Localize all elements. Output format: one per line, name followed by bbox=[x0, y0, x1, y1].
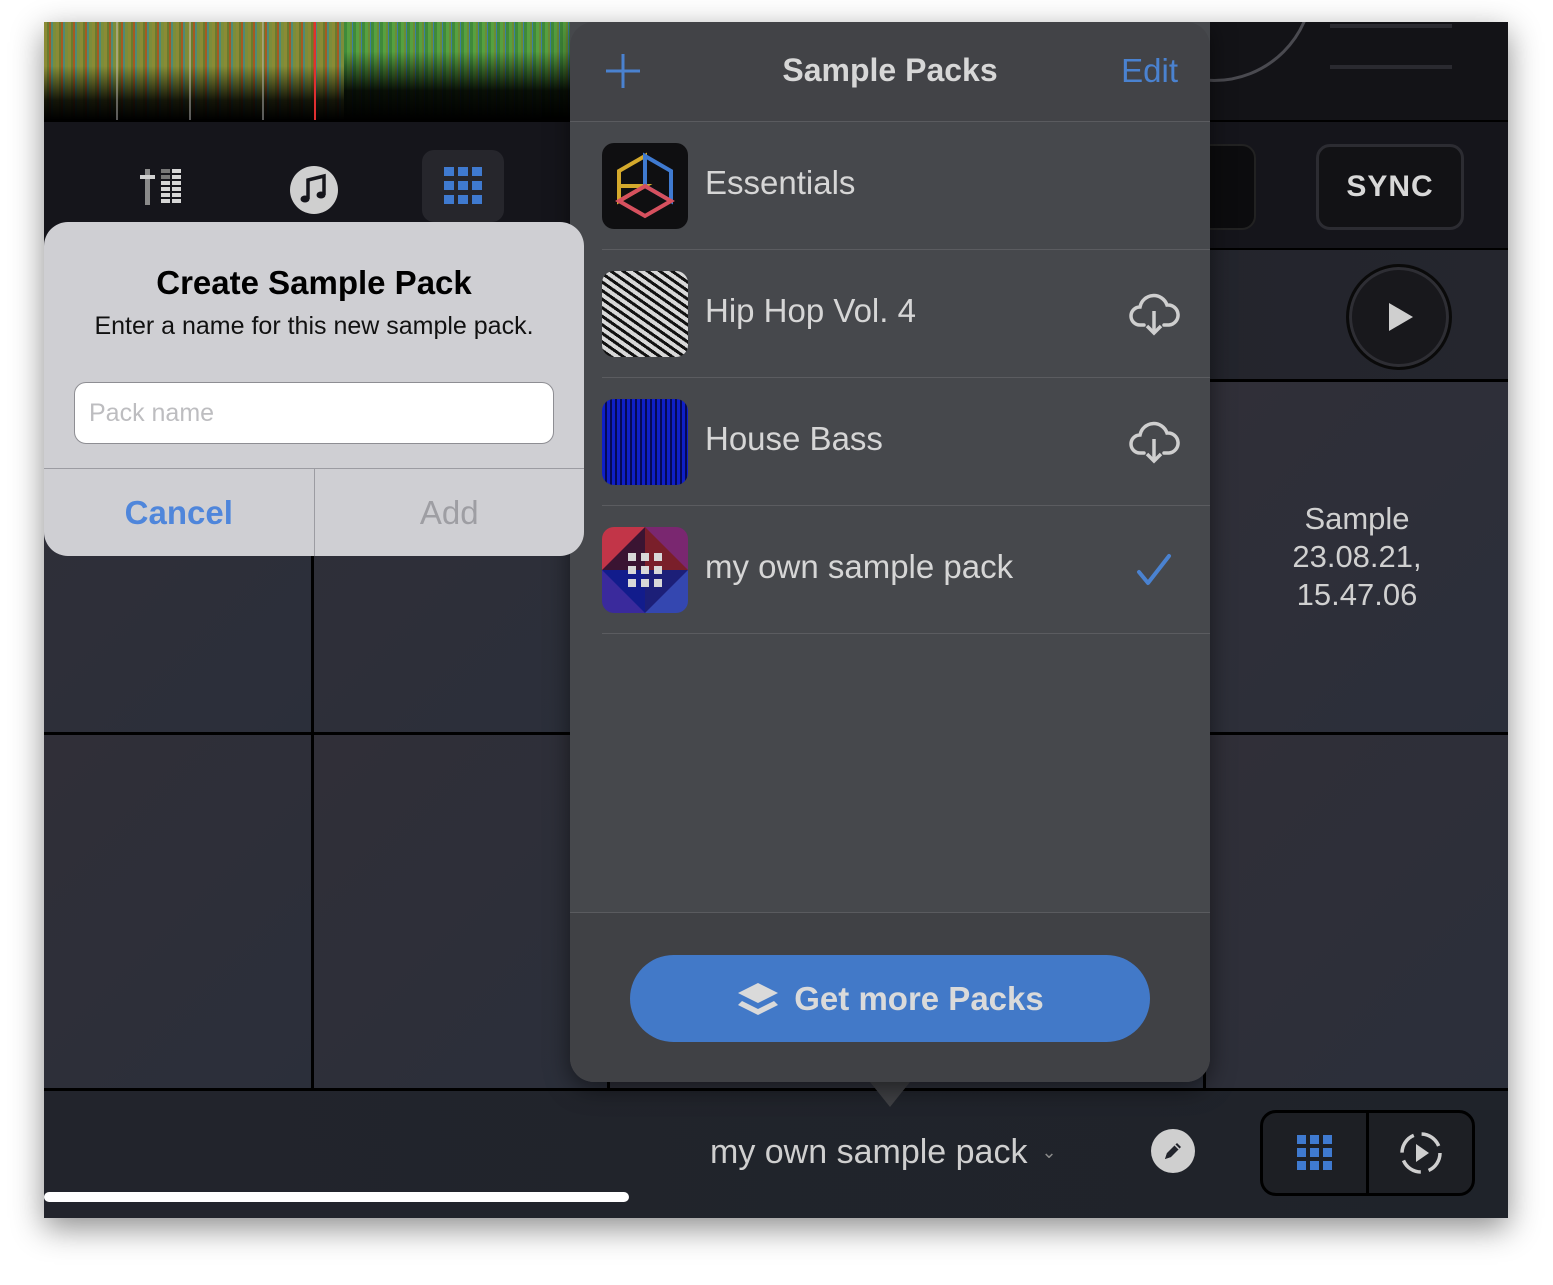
download-button[interactable] bbox=[1128, 418, 1180, 466]
mixer-icon bbox=[140, 168, 181, 205]
essentials-thumbnail bbox=[602, 143, 688, 229]
grid-icon bbox=[1296, 1135, 1332, 1170]
layers-icon bbox=[738, 982, 779, 1015]
loop-play-icon bbox=[1399, 1132, 1442, 1174]
edit-button[interactable]: Edit bbox=[1121, 52, 1178, 90]
mixer-button[interactable] bbox=[134, 164, 194, 209]
pack-name-input[interactable] bbox=[74, 382, 554, 444]
play-button[interactable] bbox=[1346, 264, 1452, 370]
music-note-icon bbox=[289, 165, 338, 214]
popover-title: Sample Packs bbox=[782, 52, 998, 88]
add-button[interactable]: Add bbox=[313, 469, 585, 556]
playhead bbox=[314, 22, 316, 120]
get-more-packs-button[interactable]: Get more Packs bbox=[630, 955, 1150, 1042]
sampler-mode-toggle bbox=[1260, 1110, 1475, 1196]
dialog-message: Enter a name for this new sample pack. bbox=[94, 312, 534, 340]
play-icon bbox=[1389, 303, 1413, 331]
cloud-download-icon bbox=[1129, 421, 1180, 464]
popover-header: Sample Packs Edit bbox=[570, 22, 1210, 122]
pack-list: Essentials Hip Hop Vol. 4 House Bass my … bbox=[570, 122, 1210, 634]
dj-app-screen: SYNC Sample 23.08.21, 15.47.06 my own sa… bbox=[44, 22, 1508, 1218]
sample-pad[interactable]: Sample 23.08.21, 15.47.06 bbox=[1206, 382, 1508, 735]
pack-list-item-selected[interactable]: my own sample pack bbox=[602, 506, 1210, 634]
pack-name: Hip Hop Vol. 4 bbox=[705, 292, 916, 329]
edit-pack-button[interactable] bbox=[1151, 1129, 1195, 1173]
sample-pad-label: Sample 23.08.21, 15.47.06 bbox=[1292, 501, 1422, 612]
pencil-icon bbox=[1165, 1143, 1181, 1159]
pack-list-item[interactable]: House Bass bbox=[602, 378, 1210, 506]
create-sample-pack-dialog: Create Sample Pack Enter a name for this… bbox=[44, 222, 584, 556]
hip-hop-thumbnail bbox=[602, 271, 688, 357]
pack-selector[interactable]: my own sample pack ⌄ bbox=[710, 1133, 1057, 1172]
cancel-button[interactable]: Cancel bbox=[44, 469, 314, 556]
pack-name: House Bass bbox=[705, 420, 883, 457]
sync-button[interactable]: SYNC bbox=[1316, 144, 1464, 230]
popover-footer: Get more Packs bbox=[570, 912, 1210, 1082]
dialog-title: Create Sample Pack bbox=[156, 264, 472, 301]
beat-marker bbox=[262, 22, 264, 120]
sample-pad[interactable] bbox=[314, 735, 610, 1088]
sample-pad[interactable] bbox=[1206, 735, 1508, 1088]
checkmark-icon bbox=[1137, 554, 1171, 585]
pitch-indicator bbox=[1330, 65, 1452, 69]
beat-marker bbox=[189, 22, 191, 120]
chevron-down-icon: ⌄ bbox=[1041, 1142, 1057, 1162]
house-bass-thumbnail bbox=[602, 399, 688, 485]
get-more-packs-label: Get more Packs bbox=[794, 979, 1044, 1017]
beat-marker bbox=[116, 22, 118, 120]
pad-mode-button[interactable] bbox=[1263, 1113, 1366, 1193]
track-waveform-upcoming bbox=[344, 22, 574, 120]
grid-icon bbox=[444, 167, 482, 204]
my-pack-thumbnail bbox=[602, 527, 688, 613]
cloud-download-icon bbox=[1129, 293, 1180, 336]
pack-list-item[interactable]: Essentials bbox=[602, 122, 1210, 250]
download-button[interactable] bbox=[1128, 290, 1180, 338]
pitch-indicator bbox=[1330, 24, 1452, 28]
sampler-button[interactable] bbox=[422, 150, 504, 222]
pack-list-item[interactable]: Hip Hop Vol. 4 bbox=[602, 250, 1210, 378]
pack-name: my own sample pack bbox=[705, 548, 1014, 585]
dialog-actions: Cancel Add bbox=[44, 468, 584, 556]
selected-indicator bbox=[1128, 546, 1180, 594]
selected-pack-name: my own sample pack bbox=[710, 1133, 1028, 1171]
sample-pad[interactable] bbox=[44, 735, 314, 1088]
sample-packs-popover: Sample Packs Edit Essentials Hip Hop Vol… bbox=[570, 22, 1210, 1082]
home-indicator[interactable] bbox=[44, 1192, 629, 1202]
sequencer-mode-button[interactable] bbox=[1366, 1113, 1472, 1193]
music-library-button[interactable] bbox=[286, 162, 341, 217]
pack-name: Essentials bbox=[705, 164, 856, 201]
